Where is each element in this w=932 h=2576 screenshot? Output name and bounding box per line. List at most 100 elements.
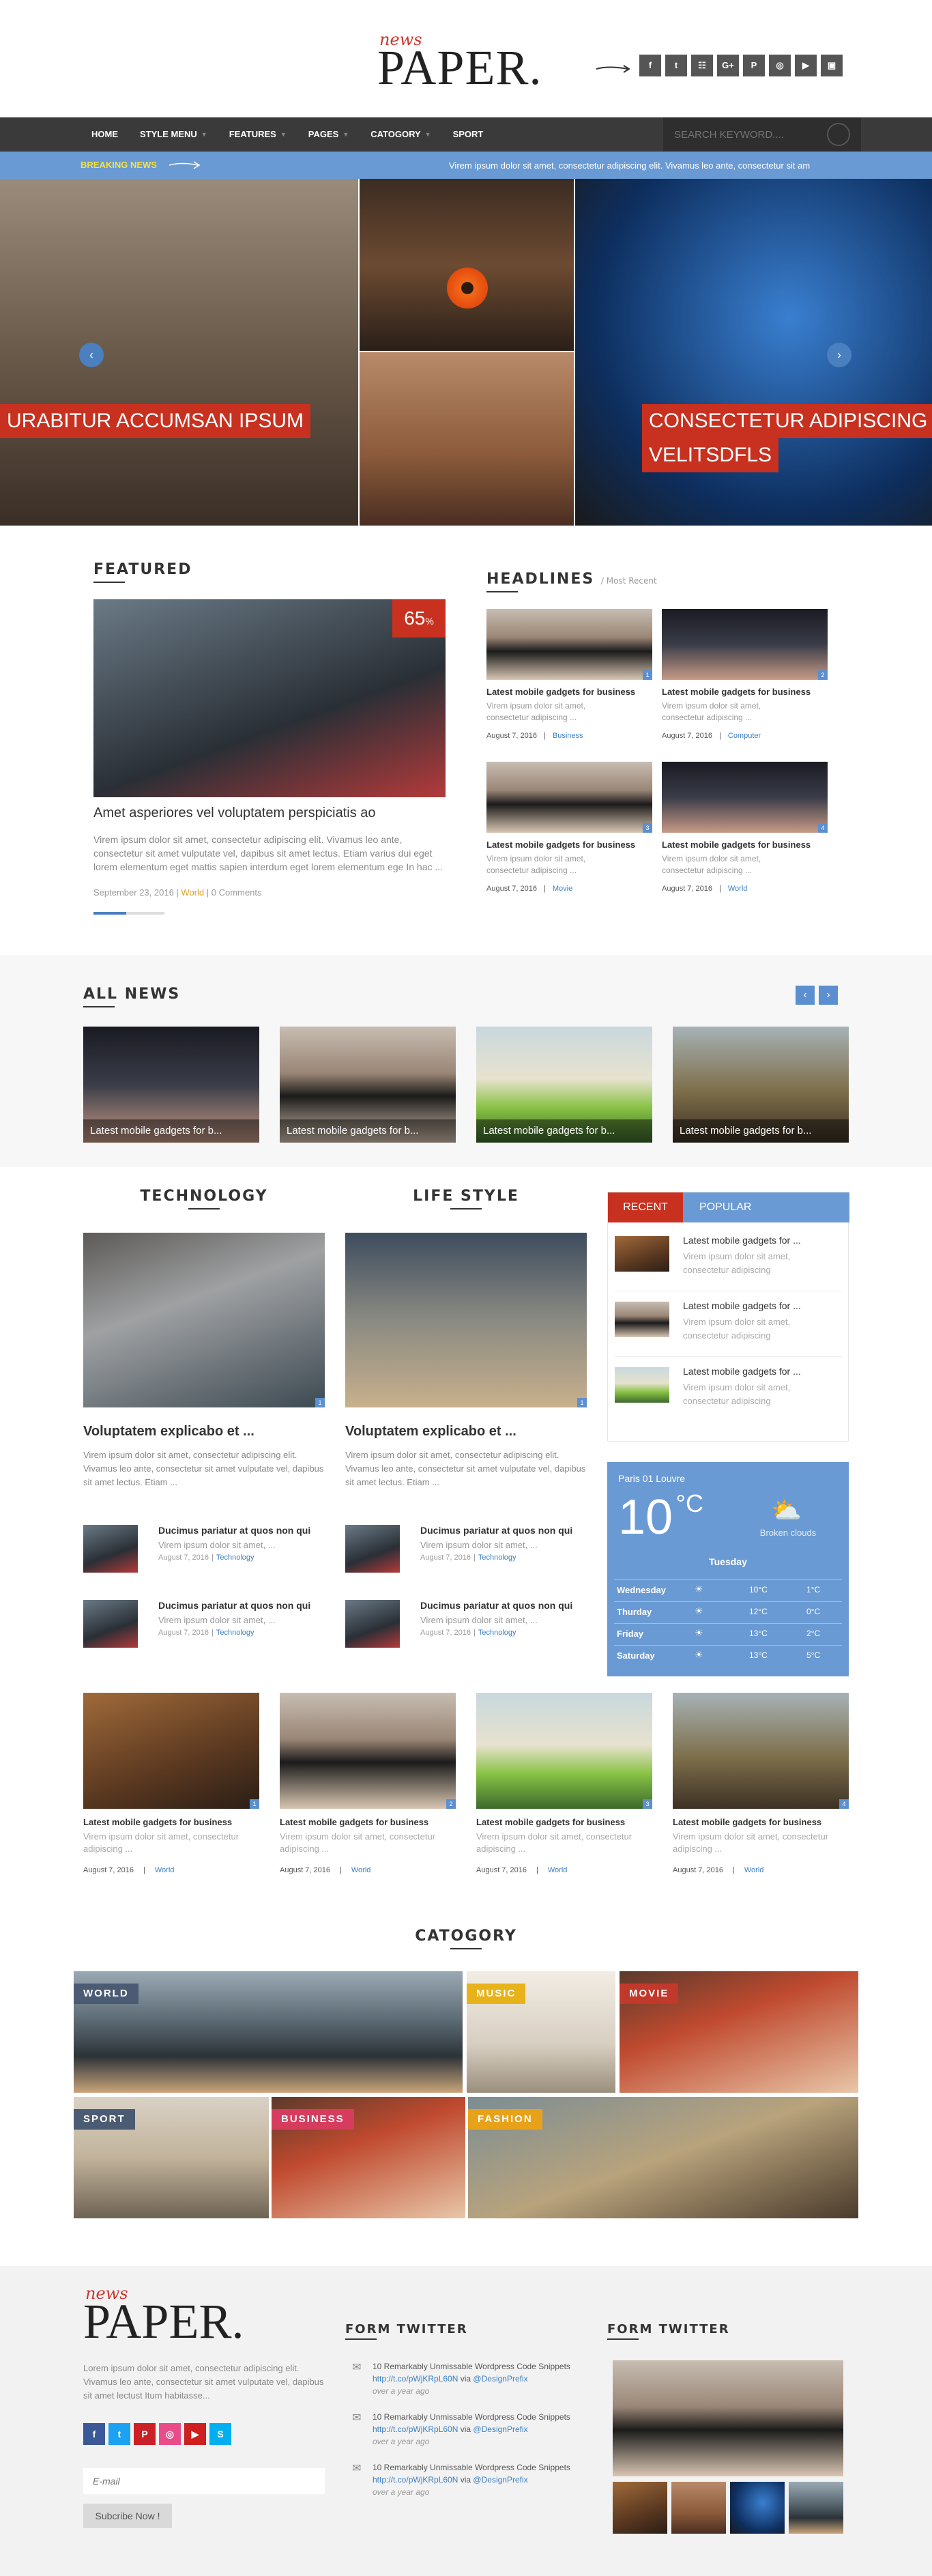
nav-item[interactable]: HOME bbox=[81, 117, 129, 152]
tab-item-title[interactable]: Latest mobile gadgets for ... bbox=[683, 1300, 840, 1311]
hero-next-button[interactable]: › bbox=[827, 343, 851, 367]
grid-card-category[interactable]: World bbox=[155, 1866, 175, 1874]
hero-right-caption-2[interactable]: VELITSDFLS bbox=[642, 438, 779, 472]
hero-image-left[interactable] bbox=[0, 179, 358, 526]
grid-card-category[interactable]: World bbox=[744, 1866, 764, 1874]
technology-main-image[interactable]: 1 bbox=[83, 1233, 325, 1407]
tweet-handle[interactable]: @DesignPrefix bbox=[473, 2475, 527, 2485]
headline-title[interactable]: Latest mobile gadgets for business bbox=[486, 687, 652, 697]
headline-card[interactable]: 2 Latest mobile gadgets for business Virem… bbox=[662, 609, 828, 752]
category-tile[interactable]: WORLD bbox=[74, 1971, 463, 2093]
youtube-icon[interactable]: ▶ bbox=[795, 55, 817, 76]
hero-prev-button[interactable]: ‹ bbox=[79, 343, 104, 367]
headline-category[interactable]: Movie bbox=[553, 885, 572, 893]
grid-card-title[interactable]: Latest mobile gadgets for business bbox=[673, 1817, 849, 1827]
nav-item[interactable]: CATOGORY ▼ bbox=[360, 117, 441, 152]
all-news-title[interactable]: Latest mobile gadgets for b... bbox=[680, 1125, 811, 1136]
all-news-title[interactable]: Latest mobile gadgets for b... bbox=[287, 1125, 418, 1136]
footer-social-icon[interactable]: ▶ bbox=[184, 2423, 206, 2445]
grid-card-category[interactable]: World bbox=[351, 1866, 371, 1874]
instagram-icon[interactable]: ▣ bbox=[821, 55, 843, 76]
headline-card[interactable]: 1 Latest mobile gadgets for business Virem… bbox=[486, 609, 652, 752]
tab-item-thumb[interactable] bbox=[615, 1236, 669, 1272]
all-news-prev-button[interactable]: ‹ bbox=[796, 986, 815, 1005]
tweet-handle[interactable]: @DesignPrefix bbox=[473, 2374, 527, 2384]
technology-small-category[interactable]: Technology bbox=[216, 1554, 254, 1562]
featured-title[interactable]: Amet asperiores vel voluptatem perspicia… bbox=[93, 805, 446, 821]
tab-item-thumb[interactable] bbox=[615, 1302, 669, 1337]
nav-item[interactable]: STYLE MENU ▼ bbox=[129, 117, 218, 152]
headline-image[interactable]: 1 bbox=[486, 609, 652, 680]
headline-title[interactable]: Latest mobile gadgets for business bbox=[662, 840, 828, 850]
all-news-card[interactable]: Latest mobile gadgets for b... bbox=[476, 1027, 652, 1143]
nav-search[interactable] bbox=[663, 117, 861, 152]
footer-gallery-thumb[interactable] bbox=[671, 2482, 726, 2534]
all-news-title[interactable]: Latest mobile gadgets for b... bbox=[90, 1125, 222, 1136]
technology-small-title[interactable]: Ducimus pariatur at quos non qui bbox=[158, 1600, 329, 1611]
lifestyle-small-title[interactable]: Ducimus pariatur at quos non qui bbox=[420, 1600, 591, 1611]
grid-card-image[interactable]: 3 bbox=[476, 1693, 652, 1809]
tweet-link[interactable]: http://t.co/pWjKRpL60N bbox=[373, 2374, 458, 2384]
headline-image[interactable]: 3 bbox=[486, 762, 652, 833]
footer-social-icon[interactable]: S bbox=[209, 2423, 231, 2445]
headline-category[interactable]: Business bbox=[553, 732, 583, 740]
footer-social-icon[interactable]: t bbox=[108, 2423, 130, 2445]
tweet-handle[interactable]: @DesignPrefix bbox=[473, 2424, 527, 2434]
category-tile[interactable]: FASHION bbox=[468, 2097, 858, 2218]
search-icon[interactable] bbox=[827, 123, 850, 146]
lifestyle-small-category[interactable]: Technology bbox=[478, 1629, 516, 1637]
technology-small-title[interactable]: Ducimus pariatur at quos non qui bbox=[158, 1525, 329, 1536]
headline-image[interactable]: 2 bbox=[662, 609, 828, 680]
nav-item[interactable]: FEATURES ▼ bbox=[218, 117, 297, 152]
lifestyle-small-category[interactable]: Technology bbox=[478, 1554, 516, 1562]
category-tile[interactable]: BUSINESS bbox=[272, 2097, 465, 2218]
category-tile[interactable]: MUSIC bbox=[467, 1971, 615, 2093]
category-tile[interactable]: SPORT bbox=[74, 2097, 269, 2218]
featured-category[interactable]: World bbox=[181, 887, 204, 898]
subscribe-button[interactable]: Subcribe Now ! bbox=[83, 2504, 172, 2528]
tab-item-title[interactable]: Latest mobile gadgets for ... bbox=[683, 1366, 840, 1377]
tab-item-title[interactable]: Latest mobile gadgets for ... bbox=[683, 1235, 840, 1246]
footer-logo[interactable]: news PAPER. bbox=[83, 2284, 261, 2349]
dribbble-icon[interactable]: ◎ bbox=[769, 55, 791, 76]
nav-item[interactable]: PAGES ▼ bbox=[297, 117, 360, 152]
hero-image-top[interactable] bbox=[360, 179, 574, 351]
grid-card-image[interactable]: 4 bbox=[673, 1693, 849, 1809]
headline-title[interactable]: Latest mobile gadgets for business bbox=[662, 687, 828, 697]
technology-small-thumb[interactable] bbox=[83, 1525, 138, 1573]
footer-gallery-thumb[interactable] bbox=[613, 2482, 667, 2534]
all-news-title[interactable]: Latest mobile gadgets for b... bbox=[483, 1125, 615, 1136]
headline-category[interactable]: Computer bbox=[728, 732, 761, 740]
grid-card-category[interactable]: World bbox=[548, 1866, 568, 1874]
all-news-card[interactable]: Latest mobile gadgets for b... bbox=[280, 1027, 456, 1143]
tweet-link[interactable]: http://t.co/pWjKRpL60N bbox=[373, 2475, 458, 2485]
tab-item-thumb[interactable] bbox=[615, 1367, 669, 1403]
breaking-ticker[interactable]: Virem ipsum dolor sit amet, consectetur … bbox=[449, 160, 858, 171]
featured-comments[interactable]: 0 Comments bbox=[212, 887, 262, 898]
featured-image[interactable]: 65% bbox=[93, 599, 446, 797]
lifestyle-main-image[interactable]: 1 bbox=[345, 1233, 587, 1407]
footer-gallery-main[interactable] bbox=[613, 2360, 843, 2476]
rss-icon[interactable]: ☷ bbox=[691, 55, 713, 76]
headline-title[interactable]: Latest mobile gadgets for business bbox=[486, 840, 652, 850]
all-news-card[interactable]: Latest mobile gadgets for b... bbox=[83, 1027, 259, 1143]
lifestyle-small-thumb[interactable] bbox=[345, 1525, 400, 1573]
tweet-link[interactable]: http://t.co/pWjKRpL60N bbox=[373, 2424, 458, 2434]
lifestyle-small-title[interactable]: Ducimus pariatur at quos non qui bbox=[420, 1525, 591, 1536]
hero-image-bottom[interactable] bbox=[360, 352, 574, 526]
newsletter-email-input[interactable] bbox=[83, 2468, 325, 2494]
google-plus-icon[interactable]: G+ bbox=[717, 55, 739, 76]
grid-card-title[interactable]: Latest mobile gadgets for business bbox=[476, 1817, 652, 1827]
tab-recent[interactable]: RECENT bbox=[608, 1192, 683, 1222]
technology-small-category[interactable]: Technology bbox=[216, 1629, 254, 1637]
hero-left-caption[interactable]: URABITUR ACCUMSAN IPSUM bbox=[0, 404, 311, 438]
technology-small-thumb[interactable] bbox=[83, 1600, 138, 1648]
all-news-next-button[interactable]: › bbox=[819, 986, 838, 1005]
category-tile[interactable]: MOVIE bbox=[620, 1971, 858, 2093]
search-input[interactable] bbox=[674, 127, 824, 142]
headline-image[interactable]: 4 bbox=[662, 762, 828, 833]
all-news-card[interactable]: Latest mobile gadgets for b... bbox=[673, 1027, 849, 1143]
footer-gallery-thumb[interactable] bbox=[789, 2482, 843, 2534]
hero-right-caption-1[interactable]: CONSECTETUR ADIPISCING bbox=[642, 404, 932, 438]
technology-main-title[interactable]: Voluptatem explicabo et ... bbox=[83, 1424, 325, 1440]
